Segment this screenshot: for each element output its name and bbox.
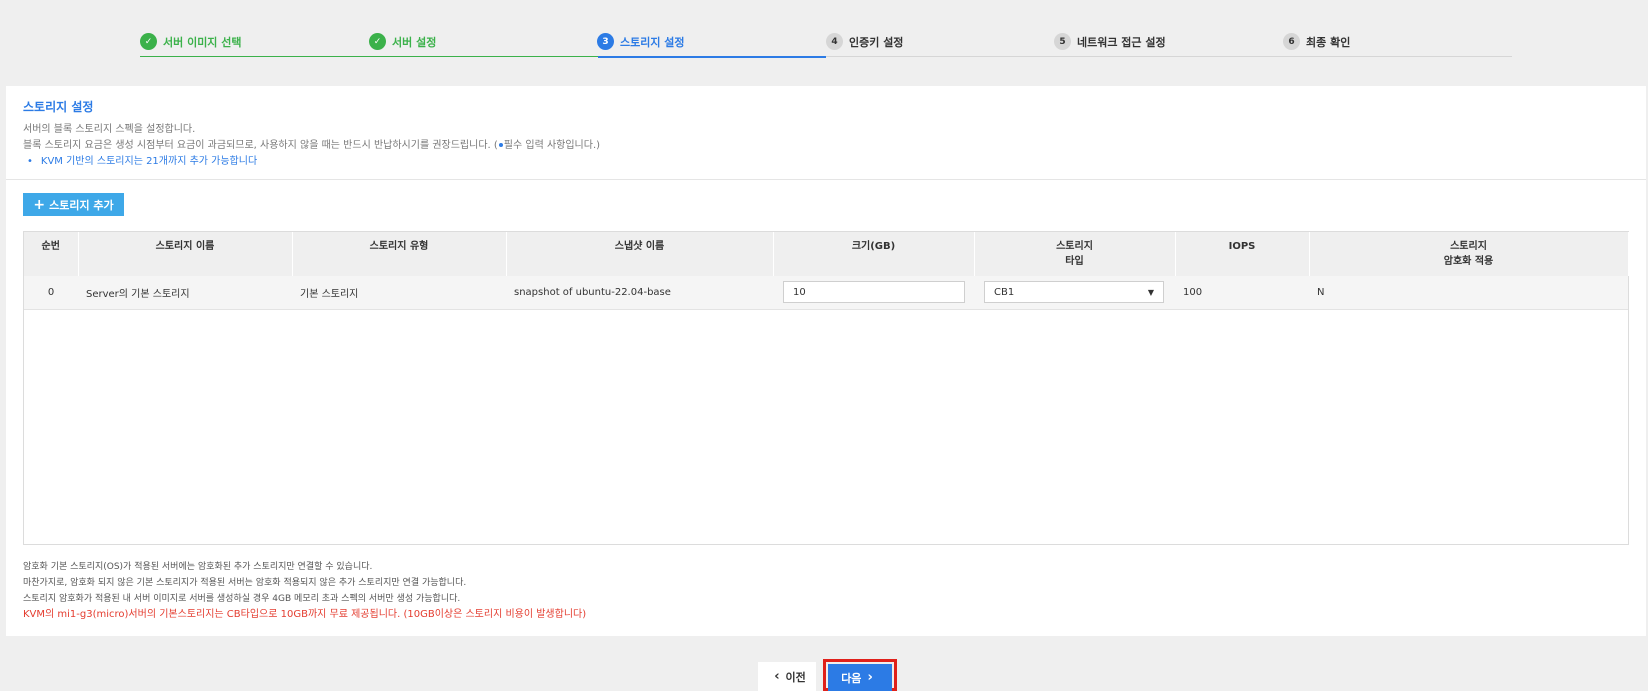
- column-header-name: 스토리지 이름: [78, 232, 293, 276]
- cell-type: 기본 스토리지: [292, 276, 506, 310]
- step-number-badge: 3: [597, 33, 614, 50]
- bullet-icon: •: [27, 156, 33, 167]
- column-header-seq: 순번: [24, 232, 79, 276]
- step-number-badge: 6: [1283, 33, 1300, 50]
- table-row: 0 Server의 기본 스토리지 기본 스토리지 snapshot of ub…: [24, 276, 1628, 310]
- add-storage-button[interactable]: + 스토리지 추가: [23, 193, 124, 216]
- chevron-right-icon: ›: [867, 670, 873, 685]
- step-storage-settings[interactable]: 3 스토리지 설정: [597, 33, 685, 50]
- cell-iops: 100: [1175, 276, 1309, 310]
- description-line-1: 서버의 블록 스토리지 스펙을 설정합니다.: [23, 124, 196, 135]
- column-header-storage-type: 스토리지 타입: [974, 232, 1176, 276]
- cell-seq: 0: [24, 276, 78, 310]
- column-header-snapshot: 스냅샷 이름: [506, 232, 774, 276]
- next-button[interactable]: 다음 ›: [828, 664, 892, 691]
- kvm-limit-text: KVM 기반의 스토리지는 21개까지 추가 가능합니다: [40, 156, 258, 167]
- step-label: 서버 이미지 선택: [163, 35, 242, 49]
- step-server-image[interactable]: ✓ 서버 이미지 선택: [140, 33, 242, 50]
- cell-snapshot: snapshot of ubuntu-22.04-base: [506, 276, 773, 310]
- add-storage-label: 스토리지 추가: [49, 198, 114, 212]
- kvm-limit-note: • KVM 기반의 스토리지는 21개까지 추가 가능합니다: [23, 154, 1629, 170]
- cell-storage-type: CB1 ▼: [974, 276, 1175, 310]
- storage-table: 순번 스토리지 이름 스토리지 유형 스냅샷 이름 크기(GB) 스토리지 타입…: [23, 231, 1629, 545]
- storage-settings-panel: 스토리지 설정 서버의 블록 스토리지 스펙을 설정합니다. 블록 스토리지 요…: [6, 86, 1646, 636]
- header-line: 스토리지: [1056, 241, 1093, 252]
- stepper-progress-active: [598, 56, 826, 58]
- header-line: 타입: [1065, 256, 1084, 267]
- step-final-confirm[interactable]: 6 최종 확인: [1283, 33, 1350, 50]
- cell-encryption: N: [1309, 276, 1628, 310]
- column-header-type: 스토리지 유형: [292, 232, 507, 276]
- column-header-iops: IOPS: [1175, 232, 1310, 276]
- step-label: 인증키 설정: [849, 35, 904, 49]
- check-icon: ✓: [140, 33, 157, 50]
- page-title: 스토리지 설정: [23, 100, 94, 114]
- cell-size: 10: [773, 276, 974, 310]
- step-server-settings[interactable]: ✓ 서버 설정: [369, 33, 436, 50]
- description-text: 블록 스토리지 요금은 생성 시점부터 요금이 과금되므로, 사용하지 않을 때…: [23, 140, 498, 151]
- cell-name: Server의 기본 스토리지: [78, 276, 292, 310]
- step-number-badge: 5: [1054, 33, 1071, 50]
- required-note: 필수 입력 사항입니다.): [503, 140, 601, 151]
- note-line-1: 암호화 기본 스토리지(OS)가 적용된 서버에는 암호화된 추가 스토리지만 …: [23, 562, 373, 572]
- encryption-notes: 암호화 기본 스토리지(OS)가 적용된 서버에는 암호화된 추가 스토리지만 …: [23, 559, 586, 623]
- step-label: 최종 확인: [1306, 35, 1351, 49]
- prev-label: 이전: [785, 670, 806, 684]
- plus-icon: +: [33, 196, 46, 213]
- stepper-progress-done: [140, 56, 598, 57]
- caret-down-icon: ▼: [1147, 287, 1154, 297]
- column-header-encryption: 스토리지 암호화 적용: [1309, 232, 1629, 276]
- required-dot-icon: [498, 143, 503, 147]
- step-number-badge: 4: [826, 33, 843, 50]
- panel-header: 스토리지 설정 서버의 블록 스토리지 스펙을 설정합니다. 블록 스토리지 요…: [6, 86, 1646, 180]
- header-line: 스토리지: [1450, 241, 1487, 252]
- table-header-row: 순번 스토리지 이름 스토리지 유형 스냅샷 이름 크기(GB) 스토리지 타입…: [24, 232, 1629, 276]
- column-header-size: 크기(GB): [773, 232, 975, 276]
- prev-button[interactable]: ‹ 이전: [758, 662, 816, 691]
- header-line: 암호화 적용: [1443, 256, 1494, 267]
- step-auth-key[interactable]: 4 인증키 설정: [826, 33, 903, 50]
- step-label: 서버 설정: [392, 35, 437, 49]
- size-input[interactable]: 10: [783, 281, 965, 304]
- chevron-left-icon: ‹: [774, 669, 780, 684]
- note-line-2: 마찬가지로, 암호화 되지 않은 기본 스토리지가 적용된 서버는 암호화 적용…: [23, 578, 467, 588]
- storage-type-select[interactable]: CB1 ▼: [984, 281, 1164, 304]
- wizard-stepper: ✓ 서버 이미지 선택 ✓ 서버 설정 3 스토리지 설정 4 인증키 설정 5…: [140, 30, 1512, 58]
- step-label: 스토리지 설정: [620, 35, 685, 49]
- step-label: 네트워크 접근 설정: [1077, 35, 1166, 49]
- check-icon: ✓: [369, 33, 386, 50]
- storage-type-value: CB1: [994, 286, 1015, 298]
- note-line-3: 스토리지 암호화가 적용된 내 서버 이미지로 서버를 생성하실 경우 4GB …: [23, 594, 461, 604]
- next-label: 다음: [841, 671, 862, 685]
- step-network-access[interactable]: 5 네트워크 접근 설정: [1054, 33, 1166, 50]
- free-storage-warning: KVM의 mi1-g3(micro)서버의 기본스토리지는 CB타입으로 10G…: [23, 609, 587, 620]
- description-line-2: 블록 스토리지 요금은 생성 시점부터 요금이 과금되므로, 사용하지 않을 때…: [23, 138, 1629, 154]
